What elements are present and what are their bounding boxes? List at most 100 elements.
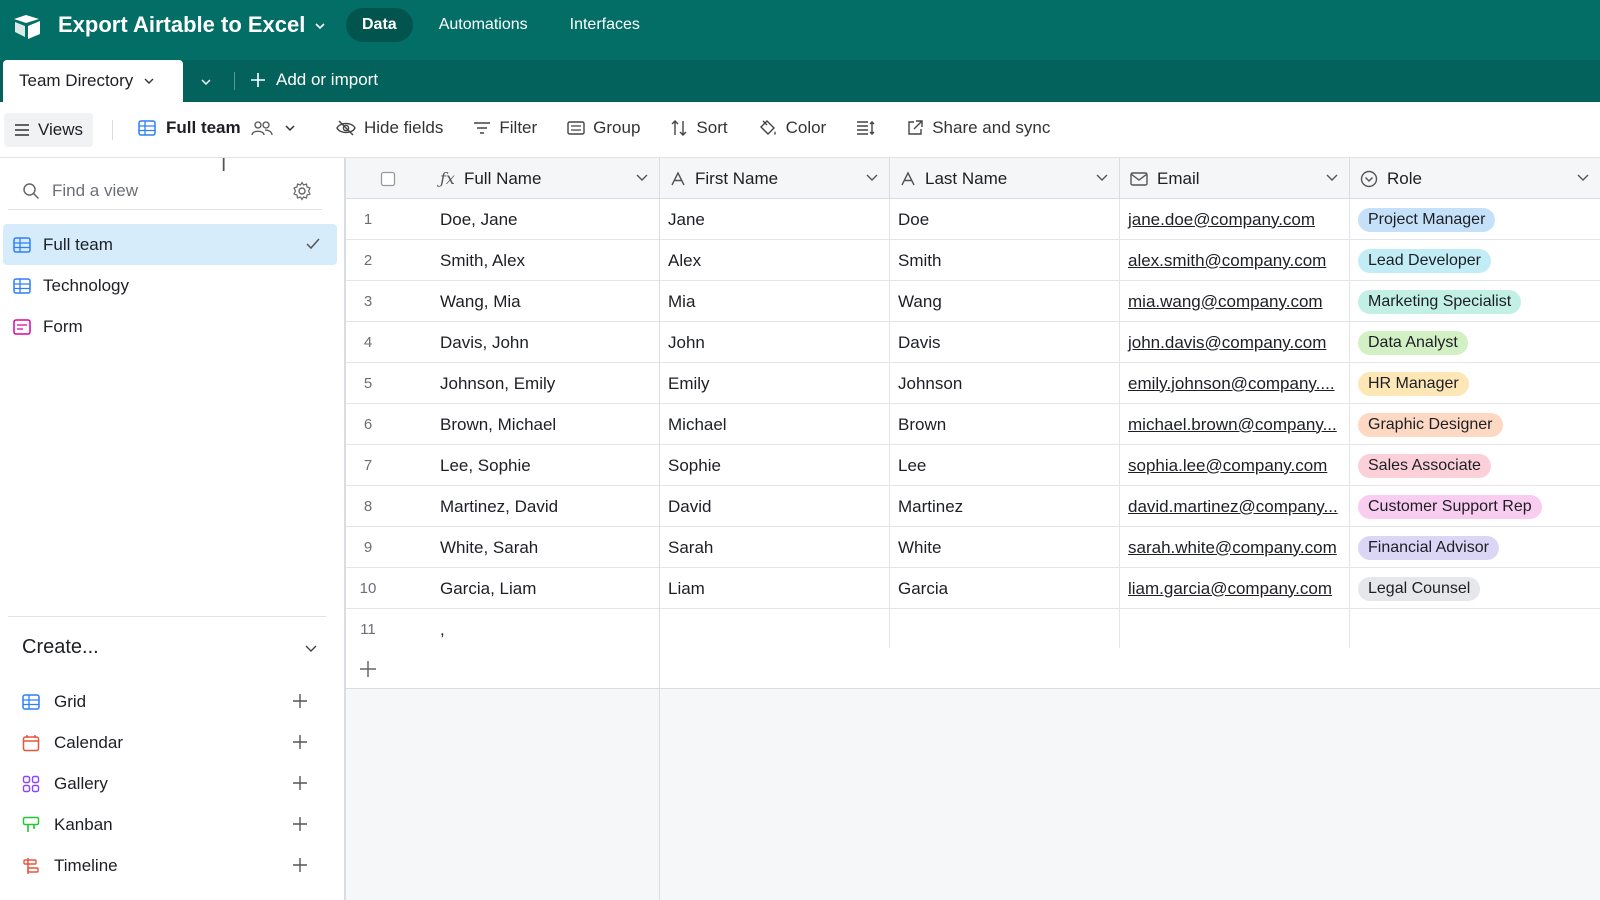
cell-full-name[interactable]: Garcia, Liam xyxy=(430,568,660,609)
filter-button[interactable]: Filter xyxy=(473,118,537,138)
add-record-button[interactable] xyxy=(346,648,660,689)
cell-full-name[interactable]: Davis, John xyxy=(430,322,660,363)
cell-last-name[interactable]: White xyxy=(890,527,1120,568)
cell-first-name[interactable]: Sarah xyxy=(660,527,890,568)
table-row[interactable]: 11, xyxy=(346,609,1600,650)
select-all-checkbox-cell[interactable] xyxy=(346,158,430,199)
cell-last-name[interactable] xyxy=(890,609,1120,650)
find-view-input[interactable] xyxy=(52,180,272,201)
email-link[interactable]: michael.brown@company... xyxy=(1128,415,1337,435)
column-header-first-name[interactable]: First Name xyxy=(660,158,890,199)
table-row[interactable]: 9 White, Sarah Sarah White sarah.white@compa… xyxy=(346,527,1600,568)
cell-first-name[interactable]: Alex xyxy=(660,240,890,281)
view-item-form[interactable]: Form xyxy=(3,306,337,347)
cell-email[interactable]: michael.brown@company... xyxy=(1120,404,1350,445)
create-calendar-button[interactable]: Calendar xyxy=(22,722,318,763)
column-header-last-name[interactable]: Last Name xyxy=(890,158,1120,199)
cell-first-name[interactable]: David xyxy=(660,486,890,527)
add-or-import-button[interactable]: Add or import xyxy=(250,70,378,90)
cell-last-name[interactable]: Wang xyxy=(890,281,1120,322)
cell-last-name[interactable]: Brown xyxy=(890,404,1120,445)
cell-first-name[interactable]: Liam xyxy=(660,568,890,609)
nav-tab-automations[interactable]: Automations xyxy=(423,8,544,42)
cell-last-name[interactable]: Davis xyxy=(890,322,1120,363)
email-link[interactable]: liam.garcia@company.com xyxy=(1128,579,1332,599)
cell-email[interactable]: liam.garcia@company.com xyxy=(1120,568,1350,609)
cell-full-name[interactable]: Lee, Sophie xyxy=(430,445,660,486)
cell-role[interactable]: Sales Associate xyxy=(1350,445,1600,486)
email-link[interactable]: john.davis@company.com xyxy=(1128,333,1326,353)
table-row[interactable]: 6 Brown, Michael Michael Brown michael.brown… xyxy=(346,404,1600,445)
cell-email[interactable]: mia.wang@company.com xyxy=(1120,281,1350,322)
cell-email[interactable]: jane.doe@company.com xyxy=(1120,199,1350,240)
cell-full-name[interactable]: Doe, Jane xyxy=(430,199,660,240)
cell-full-name[interactable]: , xyxy=(430,609,660,650)
table-row[interactable]: 2 Smith, Alex Alex Smith alex.smith@company.… xyxy=(346,240,1600,281)
cell-role[interactable]: HR Manager xyxy=(1350,363,1600,404)
current-view-button[interactable]: Full team xyxy=(138,118,297,138)
hide-fields-button[interactable]: Hide fields xyxy=(336,118,443,138)
email-link[interactable]: emily.johnson@company.... xyxy=(1128,374,1335,394)
cell-role[interactable]: Lead Developer xyxy=(1350,240,1600,281)
cell-email[interactable]: sophia.lee@company.com xyxy=(1120,445,1350,486)
color-button[interactable]: Color xyxy=(758,118,826,138)
create-section-header[interactable]: Create... xyxy=(22,636,318,659)
view-item-technology[interactable]: Technology xyxy=(3,265,337,306)
cell-email[interactable]: john.davis@company.com xyxy=(1120,322,1350,363)
cell-first-name[interactable] xyxy=(660,609,890,650)
cell-first-name[interactable]: John xyxy=(660,322,890,363)
cell-full-name[interactable]: Johnson, Emily xyxy=(430,363,660,404)
table-row[interactable]: 10 Garcia, Liam Liam Garcia liam.garcia@comp… xyxy=(346,568,1600,609)
base-title[interactable]: Export Airtable to Excel xyxy=(58,12,327,38)
cell-first-name[interactable]: Jane xyxy=(660,199,890,240)
table-row[interactable]: 4 Davis, John John Davis john.davis@company.… xyxy=(346,322,1600,363)
column-header-email[interactable]: Email xyxy=(1120,158,1350,199)
table-tab-team-directory[interactable]: Team Directory xyxy=(3,60,183,102)
more-tables-button[interactable] xyxy=(195,71,217,93)
cell-role[interactable]: Financial Advisor xyxy=(1350,527,1600,568)
email-link[interactable]: david.martinez@company... xyxy=(1128,497,1338,517)
cell-role[interactable]: Project Manager xyxy=(1350,199,1600,240)
cell-role[interactable]: Data Analyst xyxy=(1350,322,1600,363)
email-link[interactable]: sophia.lee@company.com xyxy=(1128,456,1327,476)
cell-last-name[interactable]: Doe xyxy=(890,199,1120,240)
cell-first-name[interactable]: Michael xyxy=(660,404,890,445)
cell-last-name[interactable]: Smith xyxy=(890,240,1120,281)
view-item-full-team[interactable]: Full team xyxy=(3,224,337,265)
cell-first-name[interactable]: Mia xyxy=(660,281,890,322)
cell-first-name[interactable]: Emily xyxy=(660,363,890,404)
cell-role[interactable]: Customer Support Rep xyxy=(1350,486,1600,527)
table-row[interactable]: 3 Wang, Mia Mia Wang mia.wang@company.com Mar… xyxy=(346,281,1600,322)
cell-last-name[interactable]: Lee xyxy=(890,445,1120,486)
cell-email[interactable]: emily.johnson@company.... xyxy=(1120,363,1350,404)
cell-email[interactable]: david.martinez@company... xyxy=(1120,486,1350,527)
column-header-role[interactable]: Role xyxy=(1350,158,1600,199)
cell-role[interactable]: Legal Counsel xyxy=(1350,568,1600,609)
cell-role[interactable] xyxy=(1350,609,1600,650)
table-row[interactable]: 5 Johnson, Emily Emily Johnson emily.johnson… xyxy=(346,363,1600,404)
nav-tab-interfaces[interactable]: Interfaces xyxy=(554,8,656,42)
table-row[interactable]: 8 Martinez, David David Martinez david.marti… xyxy=(346,486,1600,527)
create-kanban-button[interactable]: Kanban xyxy=(22,804,318,845)
cell-role[interactable]: Marketing Specialist xyxy=(1350,281,1600,322)
email-link[interactable]: sarah.white@company.com xyxy=(1128,538,1337,558)
group-button[interactable]: Group xyxy=(567,118,640,138)
create-timeline-button[interactable]: Timeline xyxy=(22,845,318,886)
cell-full-name[interactable]: Brown, Michael xyxy=(430,404,660,445)
share-and-sync-button[interactable]: Share and sync xyxy=(906,118,1050,138)
nav-tab-data[interactable]: Data xyxy=(346,8,413,42)
cell-last-name[interactable]: Martinez xyxy=(890,486,1120,527)
cell-email[interactable]: alex.smith@company.com xyxy=(1120,240,1350,281)
cell-full-name[interactable]: White, Sarah xyxy=(430,527,660,568)
table-row[interactable]: 7 Lee, Sophie Sophie Lee sophia.lee@company.… xyxy=(346,445,1600,486)
cell-first-name[interactable]: Sophie xyxy=(660,445,890,486)
cell-full-name[interactable]: Martinez, David xyxy=(430,486,660,527)
cell-email[interactable]: sarah.white@company.com xyxy=(1120,527,1350,568)
cell-last-name[interactable]: Johnson xyxy=(890,363,1120,404)
create-grid-button[interactable]: Grid xyxy=(22,681,318,722)
create-gallery-button[interactable]: Gallery xyxy=(22,763,318,804)
column-header-full-name[interactable]: ƒx Full Name xyxy=(430,158,660,199)
cell-role[interactable]: Graphic Designer xyxy=(1350,404,1600,445)
airtable-logo-icon[interactable] xyxy=(12,10,44,42)
row-height-button[interactable] xyxy=(856,120,876,136)
